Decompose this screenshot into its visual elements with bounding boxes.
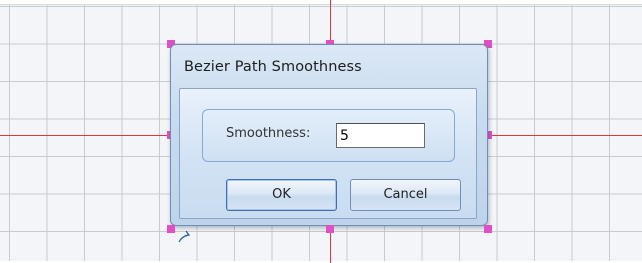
cancel-button[interactable]: Cancel <box>350 179 461 211</box>
selection-handle-bottom-right-icon[interactable] <box>484 225 492 233</box>
selection-handle-bottom-left-icon[interactable] <box>167 225 175 233</box>
ok-button[interactable]: OK <box>226 179 337 211</box>
dialog-title: Bezier Path Smoothness <box>184 59 362 75</box>
rotate-cursor-icon[interactable] <box>177 226 191 244</box>
selection-handle-bottom-center-icon[interactable] <box>326 225 334 233</box>
drawing-canvas[interactable]: Bezier Path Smoothness Smoothness: OK Ca… <box>0 0 642 263</box>
dialog-body: Smoothness: OK Cancel <box>179 88 477 219</box>
bezier-smoothness-dialog: Bezier Path Smoothness Smoothness: OK Ca… <box>170 44 488 226</box>
smoothness-group: Smoothness: <box>202 109 455 162</box>
smoothness-input[interactable] <box>336 123 425 148</box>
smoothness-label: Smoothness: <box>226 126 311 141</box>
